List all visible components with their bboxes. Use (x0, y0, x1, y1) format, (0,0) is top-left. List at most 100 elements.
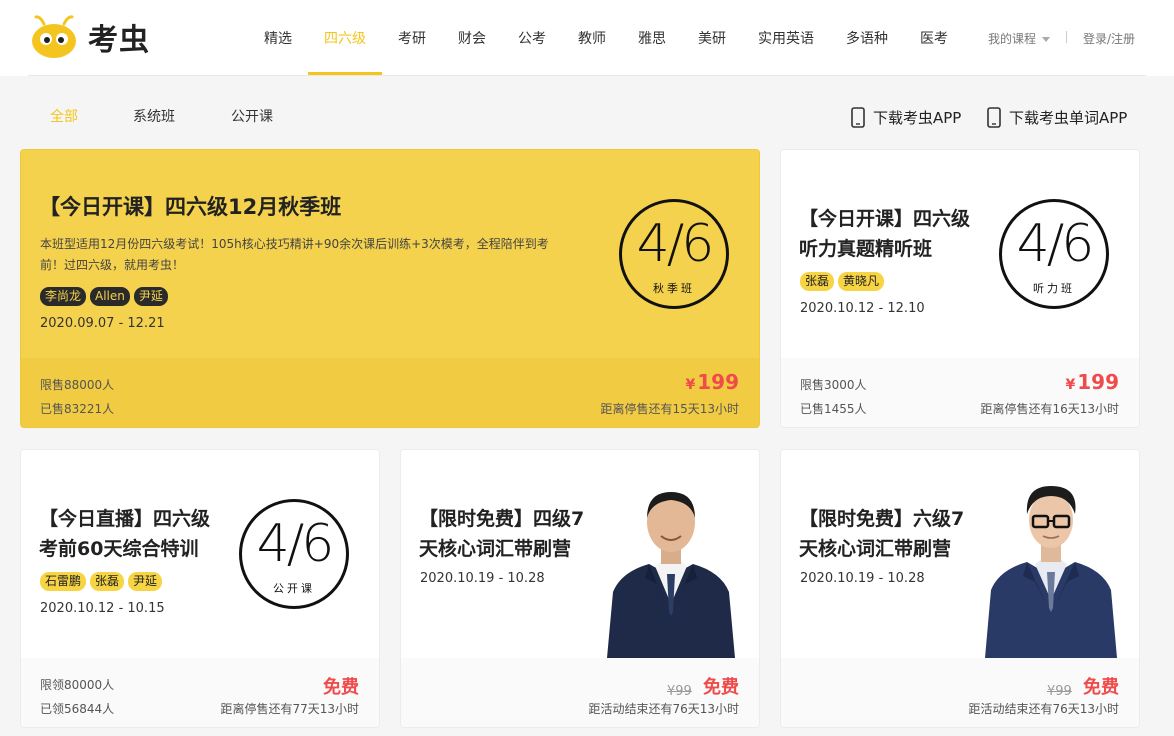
teacher-tag: 李尚龙 (40, 287, 87, 306)
claimed-count: 已领56844人 (40, 702, 115, 716)
course-title: 【限时免费】四级7 天核心词汇带刷营 (419, 504, 619, 564)
teacher-tag: Allen (90, 287, 130, 306)
card-footer: 限领80000人 已领56844人 免费 距离停售还有77天13小时 (21, 658, 379, 727)
phone-icon (851, 106, 865, 128)
course-dates: 2020.10.19 - 10.28 (420, 571, 545, 586)
teacher-tag: 尹延 (128, 572, 163, 591)
card-top: 【限时免费】四级7 天核心词汇带刷营 2020.10.19 - 10.28 (401, 450, 759, 658)
course-title-line: 【限时免费】六级7 (799, 508, 965, 530)
nav-item-gongkao[interactable]: 公考 (518, 28, 546, 48)
nav-item-caikuai[interactable]: 财会 (458, 28, 486, 48)
course-price: ¥199 (686, 370, 740, 394)
course-card-60day-training[interactable]: 【今日直播】四六级 考前60天综合特训 石雷鹏 张磊 尹延 2020.10.12… (20, 449, 380, 728)
mascot-logo-icon (32, 15, 76, 58)
course-card-cet4-vocab-camp[interactable]: 【限时免费】四级7 天核心词汇带刷营 2020.10.19 - 10.28 ¥9… (400, 449, 760, 728)
course-dates: 2020.10.12 - 12.10 (800, 301, 925, 316)
badge-main-text: 4/6 (256, 514, 335, 574)
card-top: 【限时免费】六级7 天核心词汇带刷营 2020.10.19 - 10.28 (781, 450, 1139, 658)
download-word-app-label: 下载考虫单词APP (1009, 108, 1128, 127)
original-price: ¥99 (667, 684, 692, 699)
course-description: 本班型适用12月份四六级考试！105h核心技巧精讲+90余次课后训练+3次模考，… (40, 237, 549, 272)
course-title-line: 考前60天综合特训 (39, 538, 199, 560)
top-header: 考虫 精选 四六级 考研 财会 公考 教师 雅思 美研 实用英语 多语种 医考 … (0, 0, 1174, 76)
header-divider (1066, 31, 1067, 43)
subtab-system-class[interactable]: 系统班 (133, 106, 175, 126)
course-card-autumn-class[interactable]: 【今日开课】四六级12月秋季班 本班型适用12月份四六级考试！105h核心技巧精… (20, 149, 760, 428)
nav-item-meiyan[interactable]: 美研 (698, 28, 726, 48)
teacher-tag: 张磊 (800, 272, 835, 291)
sale-limit: 限售3000人 (800, 378, 867, 392)
badge-sub-text: 听力班 (1033, 282, 1075, 295)
badge-main-text: 4/6 (636, 214, 715, 274)
nav-item-jingxuan[interactable]: 精选 (264, 28, 292, 48)
nav-item-practical-english[interactable]: 实用英语 (758, 28, 814, 48)
card-footer: 限售88000人 已售83221人 ¥199 距离停售还有15天13小时 (21, 358, 759, 427)
login-register-link[interactable]: 登录/注册 (1083, 30, 1135, 47)
sold-count: 已售83221人 (40, 402, 115, 416)
nav-item-multi-language[interactable]: 多语种 (846, 28, 888, 48)
badge-main-text: 4/6 (1016, 214, 1095, 274)
my-course-dropdown[interactable]: 我的课程 (988, 30, 1051, 47)
teacher-tag: 张磊 (90, 572, 125, 591)
download-word-app-link[interactable]: 下载考虫单词APP (987, 106, 1127, 128)
chevron-down-icon (1042, 37, 1051, 42)
teacher-portrait-icon (985, 486, 1117, 658)
subtab-all[interactable]: 全部 (50, 106, 78, 126)
badge-sub-text: 秋季班 (653, 282, 695, 295)
course-price: ¥199 (1066, 370, 1120, 394)
phone-icon (987, 106, 1001, 128)
course-title: 【今日开课】四六级 听力真题精听班 (799, 204, 999, 264)
card-footer: ¥99 免费 距活动结束还有76天13小时 (401, 658, 759, 727)
course-dates: 2020.10.12 - 10.15 (40, 601, 165, 616)
price-value: 199 (697, 370, 739, 394)
teacher-tags: 张磊 黄晓凡 (800, 272, 885, 291)
course-title-line: 【限时免费】四级7 (419, 508, 585, 530)
subtab-open-class[interactable]: 公开课 (231, 106, 273, 126)
course-title: 【今日开课】四六级12月秋季班 (39, 195, 342, 219)
nav-item-yasi[interactable]: 雅思 (638, 28, 666, 48)
course-dates: 2020.09.07 - 12.21 (40, 316, 165, 331)
nav-item-kaoyan[interactable]: 考研 (398, 28, 426, 48)
teacher-tags: 石雷鹏 张磊 尹延 (40, 572, 163, 591)
nav-item-cet[interactable]: 四六级 (324, 28, 366, 48)
site-logo[interactable]: 考虫 (30, 12, 150, 62)
logo-text: 考虫 (88, 23, 150, 58)
activity-countdown: 距活动结束还有76天13小时 (588, 702, 739, 716)
claim-limit: 限领80000人 (40, 678, 115, 692)
course-title-line: 天核心词汇带刷营 (419, 538, 572, 560)
teacher-tag: 黄晓凡 (838, 272, 885, 291)
download-app-link[interactable]: 下载考虫APP (851, 106, 961, 128)
course-badge: 4/6 听力班 (999, 199, 1109, 309)
sale-countdown: 距离停售还有16天13小时 (980, 402, 1119, 416)
course-card-listening-class[interactable]: 【今日开课】四六级 听力真题精听班 张磊 黄晓凡 2020.10.12 - 12… (780, 149, 1140, 428)
course-title: 【限时免费】六级7 天核心词汇带刷营 (799, 504, 999, 564)
card-footer: ¥99 免费 距活动结束还有76天13小时 (781, 658, 1139, 727)
download-app-label: 下载考虫APP (873, 108, 962, 127)
card-top: 【今日开课】四六级12月秋季班 本班型适用12月份四六级考试！105h核心技巧精… (21, 150, 759, 358)
course-badge: 4/6 公开课 (239, 499, 349, 609)
sale-limit: 限售88000人 (40, 378, 115, 392)
sale-countdown: 距离停售还有77天13小时 (220, 702, 359, 716)
original-price: ¥99 (1047, 684, 1072, 699)
header-divider-line (28, 75, 1146, 76)
sale-countdown: 距离停售还有15天13小时 (600, 402, 739, 416)
nav-item-medical[interactable]: 医考 (920, 28, 948, 48)
teacher-tags: 李尚龙 Allen 尹延 (40, 287, 168, 306)
course-card-cet6-vocab-camp[interactable]: 【限时免费】六级7 天核心词汇带刷营 2020.10.19 - 10.28 ¥9… (780, 449, 1140, 728)
course-badge: 4/6 秋季班 (619, 199, 729, 309)
free-price-label: 免费 (323, 677, 359, 698)
activity-countdown: 距活动结束还有76天13小时 (968, 702, 1119, 716)
badge-sub-text: 公开课 (273, 582, 315, 595)
course-dates: 2020.10.19 - 10.28 (800, 571, 925, 586)
currency-symbol: ¥ (685, 377, 696, 393)
free-price-label: 免费 (1083, 677, 1119, 698)
teacher-tag: 石雷鹏 (40, 572, 87, 591)
free-price-label: 免费 (703, 677, 739, 698)
my-course-label: 我的课程 (988, 32, 1037, 46)
course-title-line: 听力真题精听班 (799, 238, 933, 260)
course-title-line: 天核心词汇带刷营 (799, 538, 952, 560)
nav-item-jiaoshi[interactable]: 教师 (578, 28, 606, 48)
price-value: 199 (1077, 370, 1119, 394)
course-title-line: 【今日直播】四六级 (39, 508, 211, 530)
course-title-line: 【今日开课】四六级 (799, 208, 971, 230)
